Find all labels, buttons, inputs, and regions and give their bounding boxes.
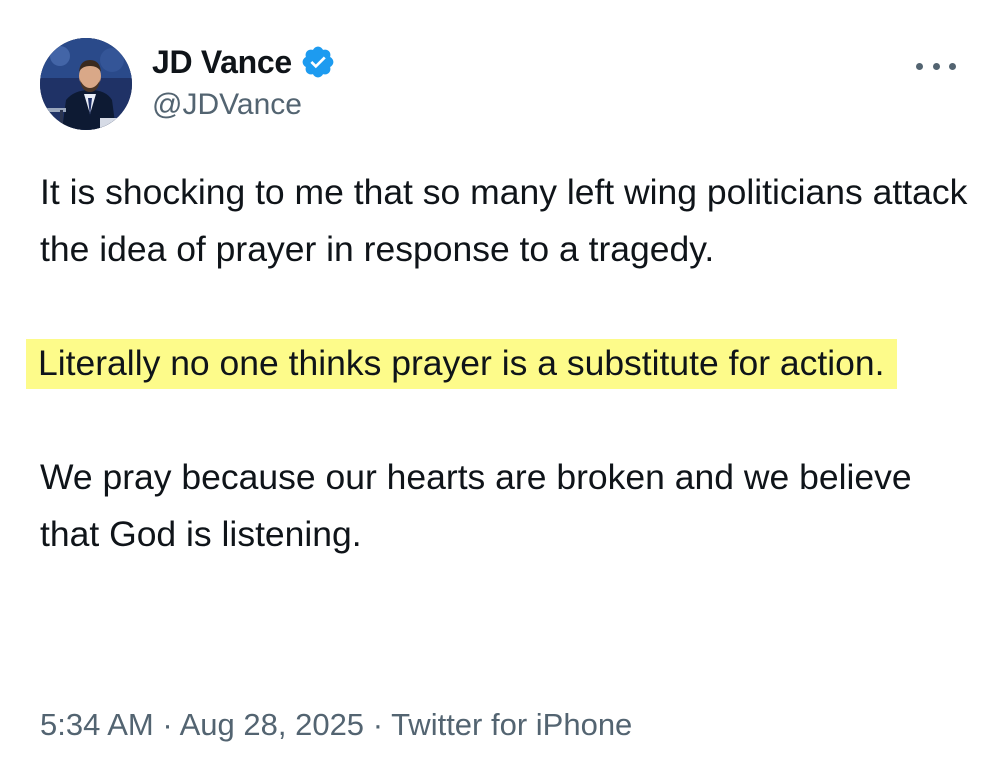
tweet-meta: 5:34 AM · Aug 28, 2025 · Twitter for iPh… bbox=[40, 707, 632, 743]
tweet-time[interactable]: 5:34 AM bbox=[40, 707, 154, 742]
avatar[interactable] bbox=[40, 38, 132, 130]
tweet-source: Twitter for iPhone bbox=[391, 707, 633, 742]
more-horizontal-icon[interactable] bbox=[916, 58, 956, 74]
display-name[interactable]: JD Vance bbox=[152, 44, 292, 81]
meta-separator: · bbox=[372, 707, 384, 742]
verified-badge-icon bbox=[300, 44, 336, 80]
name-row: JD Vance bbox=[152, 40, 336, 84]
user-handle[interactable]: @JDVance bbox=[152, 88, 302, 122]
dot-icon bbox=[932, 62, 940, 70]
tweet-header: JD Vance @JDVance bbox=[40, 38, 960, 132]
tweet-date[interactable]: Aug 28, 2025 bbox=[180, 707, 364, 742]
tweet-text: It is shocking to me that so many left w… bbox=[26, 164, 970, 563]
meta-separator: · bbox=[162, 707, 173, 742]
dot-icon bbox=[916, 62, 923, 70]
tweet-paragraph-2: Literally no one thinks prayer is a subs… bbox=[26, 335, 970, 392]
tweet-paragraph-1: It is shocking to me that so many left w… bbox=[40, 172, 968, 269]
dot-icon bbox=[949, 62, 956, 70]
tweet-paragraph-3: We pray because our hearts are broken an… bbox=[40, 457, 912, 554]
avatar-photo bbox=[40, 38, 132, 130]
highlighted-text: Literally no one thinks prayer is a subs… bbox=[26, 339, 897, 389]
